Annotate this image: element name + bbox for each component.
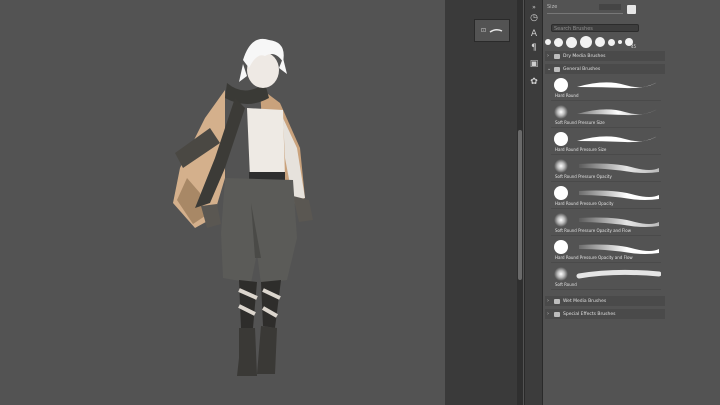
brush-item[interactable]: Soft Round bbox=[551, 264, 661, 290]
brush-item[interactable]: Soft Round Pressure Opacity bbox=[551, 156, 661, 182]
brush-label: Hard Round Pressure Size bbox=[555, 147, 607, 152]
brush-item[interactable]: Hard Round Pressure Opacity bbox=[551, 183, 661, 209]
panel-icon-strip: » ◷ A ¶ ▣ ✿ bbox=[524, 0, 542, 405]
chevron-right-icon[interactable]: › bbox=[547, 298, 551, 304]
recent-brush-presets bbox=[545, 35, 641, 49]
brush-item[interactable]: Hard Round Pressure Opacity and Flow bbox=[551, 237, 661, 263]
soft-brush-tip-icon bbox=[554, 159, 568, 173]
floating-brush-preview-panel[interactable]: ⊡ bbox=[474, 19, 510, 42]
soft-brush-tip-icon bbox=[554, 267, 568, 281]
canvas-scrollbar[interactable] bbox=[517, 0, 523, 405]
chevron-right-icon[interactable]: › bbox=[547, 311, 551, 317]
pasteboard bbox=[445, 0, 517, 405]
folder-icon bbox=[554, 53, 560, 59]
preset-brush[interactable] bbox=[545, 39, 551, 45]
brush-stroke-preview bbox=[577, 108, 659, 116]
brush-label: Soft Round Pressure Opacity bbox=[555, 174, 612, 179]
brush-stroke-preview-icon bbox=[489, 28, 503, 33]
brush-label: Soft Round bbox=[555, 282, 577, 287]
character-illustration bbox=[173, 38, 313, 376]
size-label: Size bbox=[547, 4, 558, 10]
brushes-panel: Size Search Brushes 45 › Dry Media Brush… bbox=[542, 0, 720, 405]
brush-label: Hard Round Pressure Opacity and Flow bbox=[555, 255, 633, 260]
brush-stroke-preview bbox=[577, 81, 659, 89]
group-dry-media[interactable]: › Dry Media Brushes bbox=[545, 51, 665, 61]
chevron-down-icon[interactable]: ⌄ bbox=[547, 66, 551, 72]
brush-label: Soft Round Pressure Size bbox=[555, 120, 605, 125]
hard-brush-tip-icon bbox=[554, 132, 568, 146]
preset-size-badge: 45 bbox=[631, 44, 637, 49]
preset-brush[interactable] bbox=[618, 40, 622, 44]
group-general[interactable]: ⌄ General Brushes bbox=[545, 64, 665, 74]
hard-brush-tip-icon bbox=[554, 186, 568, 200]
brush-stroke-preview bbox=[579, 190, 659, 200]
preset-brush[interactable] bbox=[580, 36, 592, 48]
soft-brush-tip-icon bbox=[554, 213, 568, 227]
group-special-effects[interactable]: › Special Effects Brushes bbox=[545, 309, 665, 319]
brush-stroke-preview bbox=[579, 217, 659, 227]
hard-brush-tip-icon bbox=[554, 78, 568, 92]
layers-icon[interactable]: ▣ bbox=[528, 58, 540, 70]
brush-item[interactable]: Hard Round Pressure Size bbox=[551, 129, 661, 155]
hard-brush-tip-icon bbox=[554, 240, 568, 254]
brush-icon[interactable]: ✿ bbox=[528, 76, 540, 88]
brush-item[interactable]: Soft Round Pressure Opacity and Flow bbox=[551, 210, 661, 236]
search-placeholder: Search Brushes bbox=[554, 26, 593, 32]
brush-item[interactable]: Soft Round Pressure Size bbox=[551, 102, 661, 128]
preset-brush[interactable] bbox=[595, 37, 605, 47]
character-icon[interactable]: A bbox=[528, 28, 540, 40]
preset-brush[interactable] bbox=[554, 37, 563, 47]
scroll-thumb[interactable] bbox=[518, 130, 522, 280]
group-wet-media[interactable]: › Wet Media Brushes bbox=[545, 296, 665, 306]
brush-stroke-preview bbox=[577, 135, 659, 143]
brush-item[interactable]: Hard Round bbox=[551, 75, 661, 101]
brush-preset-icon: ⊡ bbox=[480, 27, 487, 34]
preset-brush[interactable] bbox=[566, 36, 577, 48]
folder-icon bbox=[554, 311, 560, 317]
history-icon[interactable]: ◷ bbox=[528, 12, 540, 24]
preset-brush[interactable] bbox=[608, 38, 615, 46]
brush-label: Hard Round bbox=[555, 93, 579, 98]
paragraph-icon[interactable]: ¶ bbox=[528, 42, 540, 54]
size-slider[interactable] bbox=[547, 13, 623, 14]
search-brushes-input[interactable]: Search Brushes bbox=[551, 24, 639, 32]
folder-icon bbox=[554, 66, 560, 72]
document-canvas[interactable] bbox=[0, 0, 445, 405]
chevron-right-icon[interactable]: › bbox=[547, 53, 551, 59]
brush-label: Soft Round Pressure Opacity and Flow bbox=[555, 228, 632, 233]
brush-stroke-preview bbox=[579, 163, 659, 173]
brush-stroke-preview bbox=[579, 244, 659, 254]
brush-label: Hard Round Pressure Opacity bbox=[555, 201, 614, 206]
soft-brush-tip-icon bbox=[554, 105, 568, 119]
folder-icon bbox=[554, 298, 560, 304]
brush-settings-button[interactable] bbox=[627, 5, 636, 14]
size-field[interactable] bbox=[599, 4, 621, 10]
brush-stroke-preview bbox=[576, 269, 661, 279]
